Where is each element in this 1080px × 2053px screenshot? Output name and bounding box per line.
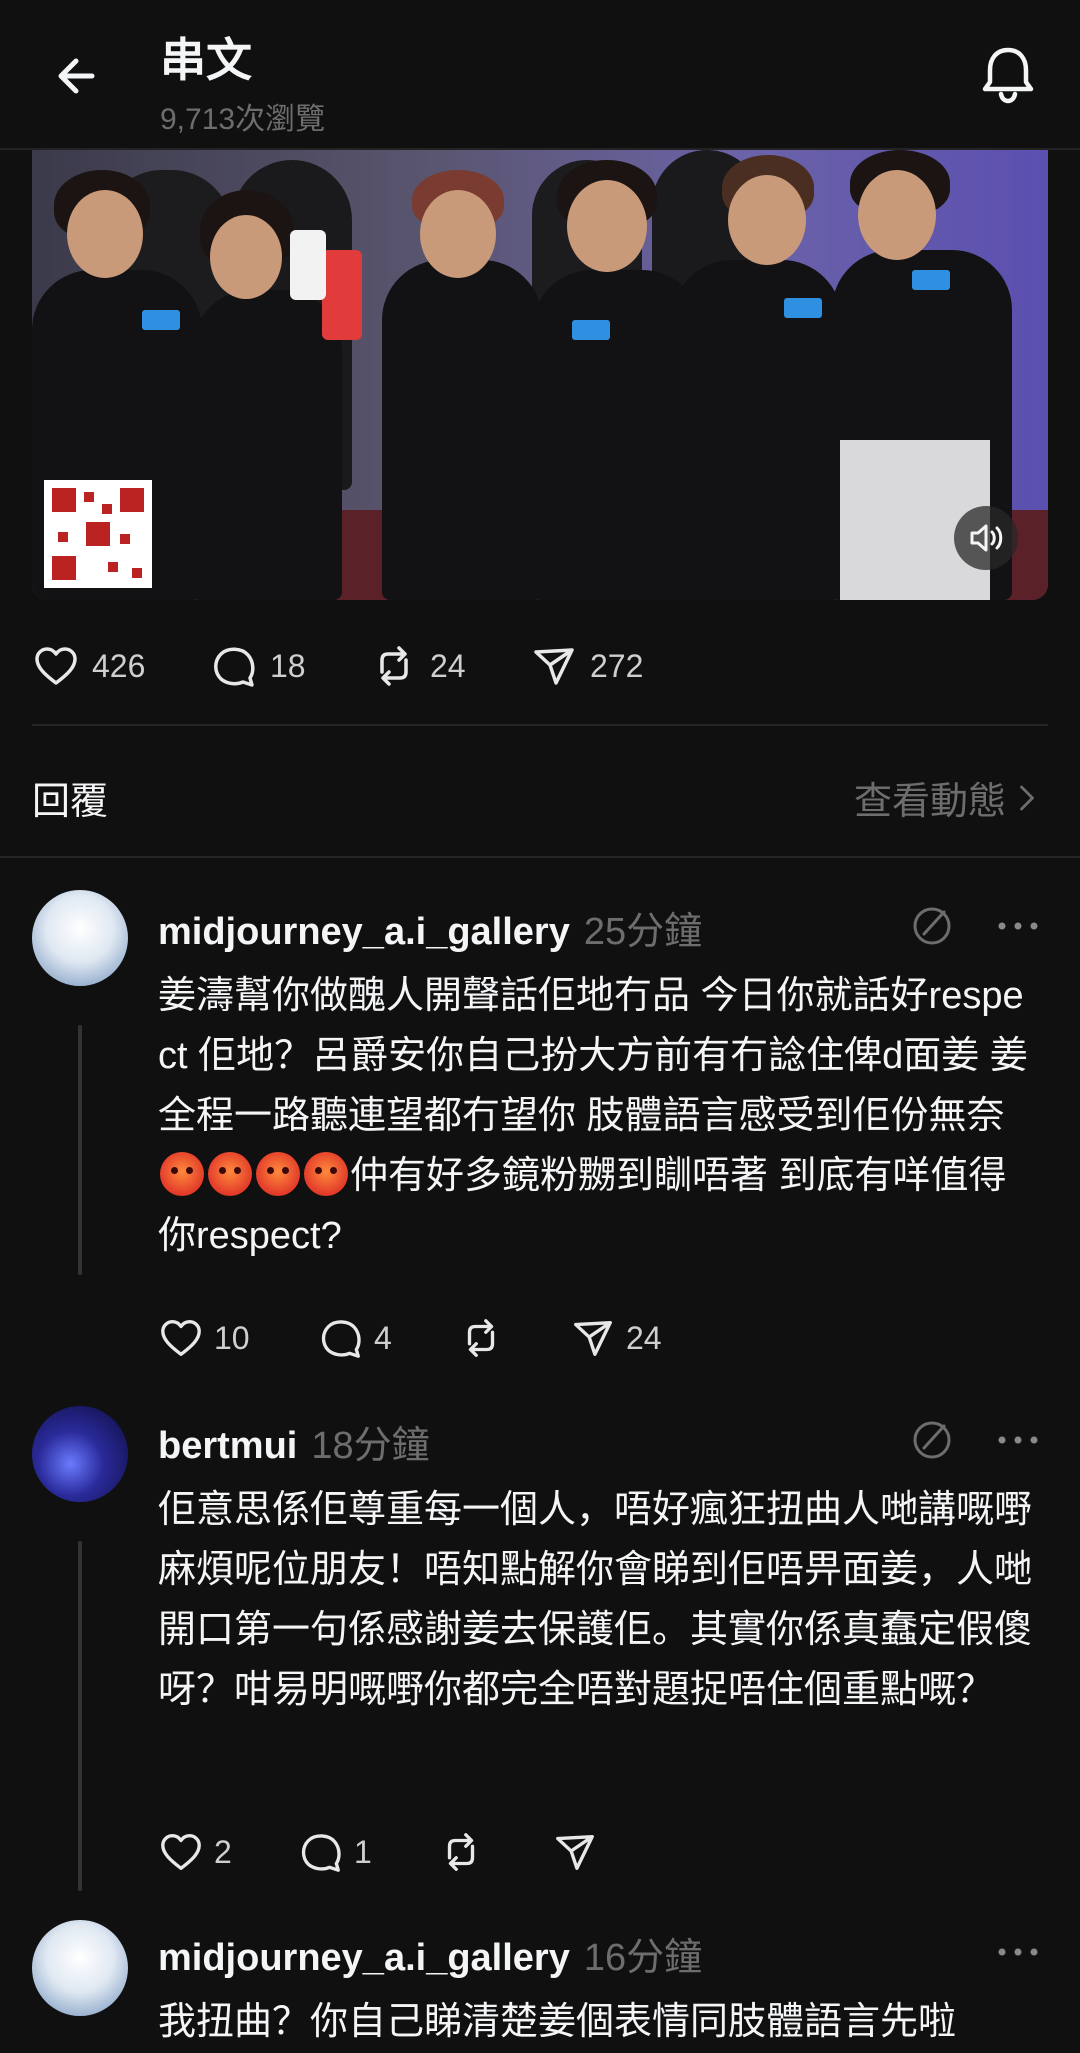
like-button[interactable]: 2	[158, 1826, 232, 1878]
divider	[0, 856, 1080, 858]
comment-count: 18	[270, 647, 306, 684]
like-count: 2	[214, 1833, 232, 1870]
thread-line	[78, 1025, 82, 1275]
timestamp: 25分鐘	[583, 911, 703, 953]
microphone	[322, 250, 362, 340]
top-bar: 串文 9,713次瀏覽	[0, 0, 1080, 150]
share-icon	[574, 1320, 612, 1356]
face	[210, 215, 282, 299]
comment-text: 姜濤幫你做醜人開聲話佢地冇品 今日你就話好respect 佢地？呂爵安你自己扮大…	[158, 966, 1038, 1266]
comment-header: midjourney_a.i_gallery 16分鐘	[158, 1926, 702, 1981]
comment-icon	[321, 1320, 361, 1358]
like-button[interactable]: 10	[158, 1312, 250, 1364]
share-count: 272	[590, 647, 644, 684]
comment-text: 我扭曲？你自己睇清楚姜個表情同肢體語言先啦	[158, 2001, 957, 2043]
face	[728, 175, 806, 265]
chevron-right-icon	[1020, 785, 1034, 810]
volume-button[interactable]	[954, 506, 1018, 570]
like-count: 426	[92, 647, 146, 684]
badge	[912, 270, 950, 290]
replies-title: 回覆	[32, 781, 109, 823]
share-count: 24	[626, 1319, 662, 1356]
more-icon[interactable]	[994, 914, 1042, 938]
heart-icon	[161, 1834, 201, 1870]
person-figure	[382, 260, 542, 600]
face	[67, 190, 143, 278]
comment-button[interactable]: 18	[210, 642, 306, 690]
share-button[interactable]	[552, 1826, 598, 1878]
repost-button[interactable]	[458, 1312, 504, 1364]
share-button[interactable]: 24	[570, 1312, 662, 1364]
username[interactable]: bertmui	[158, 1425, 297, 1467]
microphone	[290, 230, 326, 300]
replies-header: 回覆 查看動態	[0, 740, 1080, 852]
face	[567, 180, 647, 272]
angry-face-emoji	[304, 1152, 348, 1196]
comment-header: bertmui 18分鐘	[158, 1414, 430, 1469]
bell-icon[interactable]	[978, 42, 1038, 106]
angry-face-emoji	[160, 1152, 204, 1196]
thread-line	[78, 1541, 82, 1891]
face	[420, 190, 496, 278]
page-title: 串文	[160, 34, 252, 86]
translate-icon[interactable]	[908, 902, 956, 950]
badge	[142, 310, 180, 330]
like-count: 10	[214, 1319, 250, 1356]
repost-icon	[447, 1833, 475, 1871]
volume-icon	[970, 524, 1003, 552]
avatar[interactable]	[32, 1406, 128, 1502]
face	[858, 170, 936, 260]
repost-icon	[380, 646, 408, 686]
timestamp: 16分鐘	[583, 1937, 703, 1979]
comment-item: midjourney_a.i_gallery 16分鐘 我扭曲？你自己睇清楚姜個表…	[0, 1920, 1080, 2053]
timestamp: 18分鐘	[311, 1425, 430, 1467]
avatar[interactable]	[32, 890, 128, 986]
repost-button[interactable]	[438, 1826, 484, 1878]
qr-code	[44, 480, 152, 588]
repost-icon	[467, 1319, 495, 1357]
comment-button[interactable]: 1	[298, 1826, 372, 1878]
comment-count: 4	[374, 1319, 392, 1356]
comment-count: 1	[354, 1833, 372, 1870]
angry-face-emoji	[256, 1152, 300, 1196]
translate-icon[interactable]	[908, 1416, 956, 1464]
view-activity-link[interactable]: 查看動態	[854, 770, 1038, 825]
avatar[interactable]	[32, 1920, 128, 2016]
comment-button[interactable]: 4	[318, 1312, 392, 1364]
view-count: 9,713次瀏覽	[160, 103, 326, 136]
back-arrow-icon[interactable]	[48, 44, 112, 108]
comment-header: midjourney_a.i_gallery 25分鐘	[158, 900, 702, 955]
heart-icon	[161, 1320, 201, 1356]
share-button[interactable]: 272	[530, 642, 643, 690]
username[interactable]: midjourney_a.i_gallery	[158, 911, 570, 953]
badge	[572, 320, 610, 340]
share-icon	[534, 648, 574, 685]
repost-count: 24	[430, 647, 466, 684]
post-video[interactable]	[32, 150, 1048, 600]
person-figure	[192, 290, 342, 600]
comment-text: 佢意思係佢尊重每一個人，唔好瘋狂扭曲人哋講嘅嘢麻煩呢位朋友！唔知點解你會睇到佢唔…	[158, 1489, 1033, 1711]
share-icon	[556, 1834, 594, 1870]
more-icon[interactable]	[994, 1428, 1042, 1452]
angry-face-emoji	[208, 1152, 252, 1196]
comment-icon	[301, 1834, 341, 1872]
like-button[interactable]: 426	[32, 642, 145, 690]
more-icon[interactable]	[994, 1940, 1042, 1964]
heart-icon	[35, 647, 77, 685]
comment-text-part: 姜濤幫你做醜人開聲話佢地冇品 今日你就話好respect 佢地？呂爵安你自己扮大…	[158, 975, 1028, 1137]
username[interactable]: midjourney_a.i_gallery	[158, 1937, 570, 1979]
divider	[32, 724, 1048, 726]
badge	[784, 298, 822, 318]
view-activity-label: 查看動態	[853, 781, 1006, 823]
post-actions: 426 18 24 272	[0, 630, 1080, 702]
repost-button[interactable]: 24	[370, 642, 466, 690]
comment-icon	[214, 647, 255, 687]
